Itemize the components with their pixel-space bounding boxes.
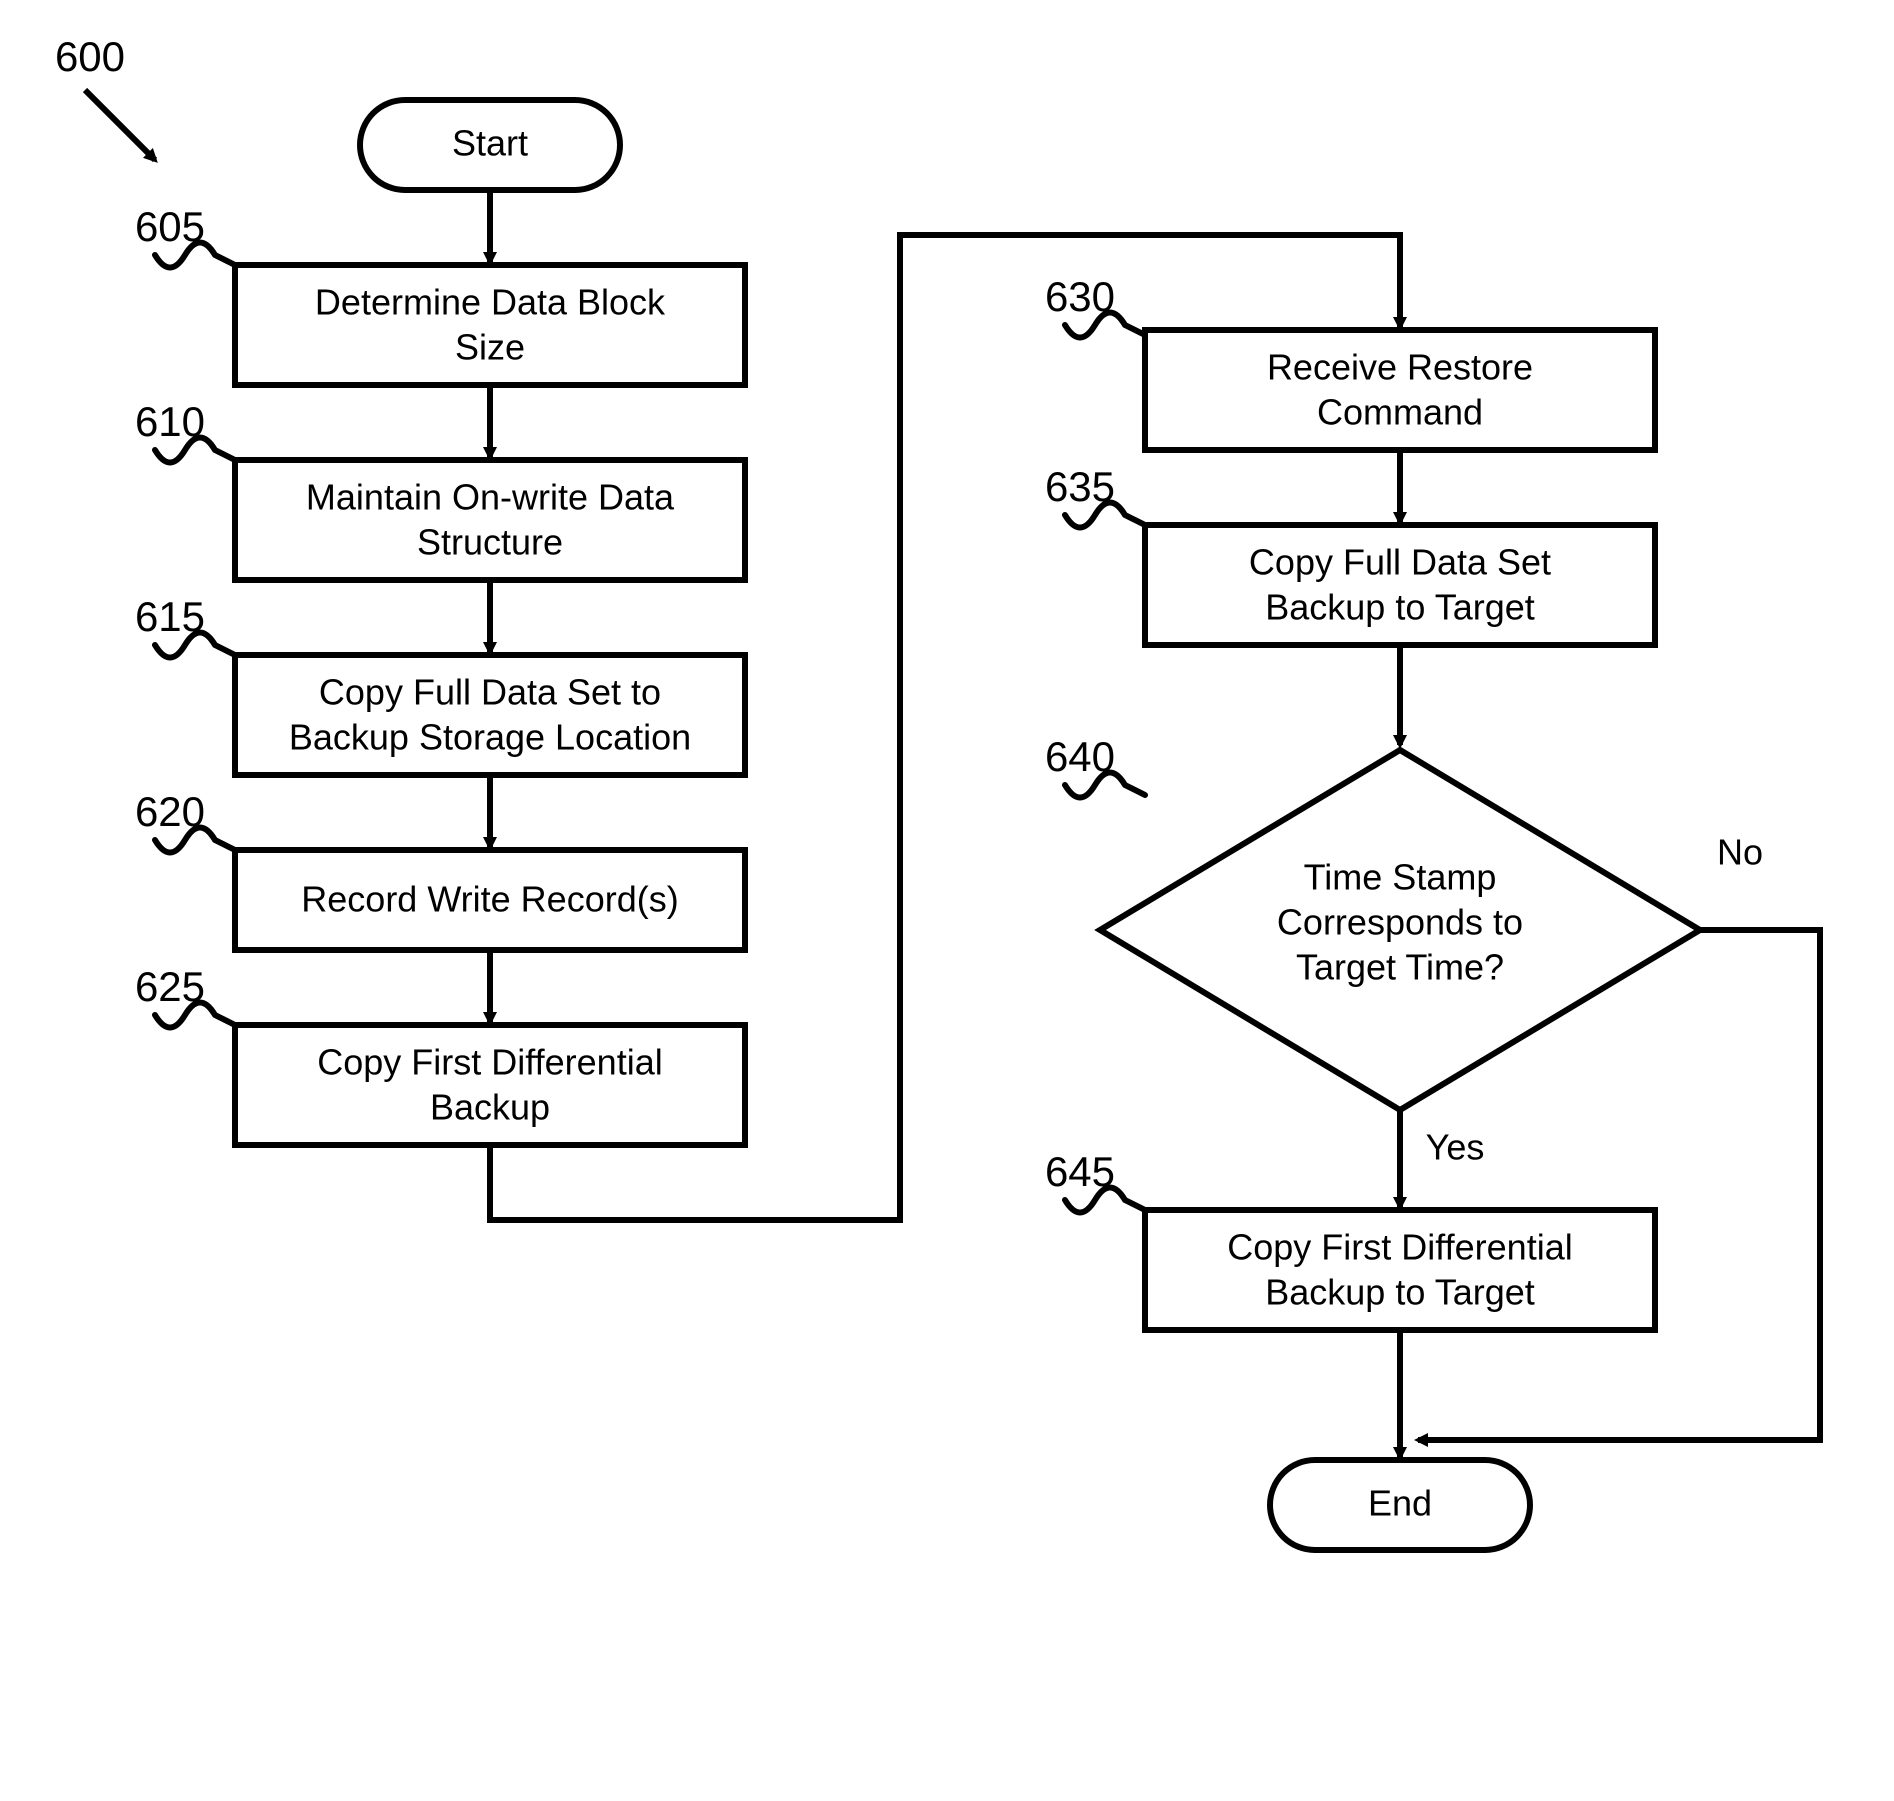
ref-615: 615	[135, 593, 235, 657]
box-630-line2: Command	[1317, 392, 1483, 433]
box-610-line1: Maintain On-write Data	[306, 477, 675, 518]
box-625-line1: Copy First Differential	[317, 1042, 662, 1083]
ref-610: 610	[135, 398, 235, 462]
figure-ref-label: 600	[55, 33, 125, 80]
decision-640-line1: Time Stamp	[1304, 857, 1497, 898]
figure-ref-arrow	[85, 90, 155, 160]
ref-640: 640	[1045, 733, 1145, 797]
decision-640-line2: Corresponds to	[1277, 902, 1523, 943]
box-625-line2: Backup	[430, 1087, 550, 1128]
box-620-line1: Record Write Record(s)	[301, 879, 678, 920]
box-635-line2: Backup to Target	[1265, 587, 1535, 628]
box-635-line1: Copy Full Data Set	[1249, 542, 1551, 583]
ref-625: 625	[135, 963, 235, 1027]
box-630-line1: Receive Restore	[1267, 347, 1533, 388]
ref-620: 620	[135, 788, 235, 852]
end-label: End	[1368, 1483, 1432, 1524]
box-605-line2: Size	[455, 327, 525, 368]
box-615-line2: Backup Storage Location	[289, 717, 691, 758]
start-label: Start	[452, 123, 528, 164]
box-615-line1: Copy Full Data Set to	[319, 672, 661, 713]
ref-645: 645	[1045, 1148, 1145, 1212]
flowchart-canvas: 600 Start 605 Determine Data Block Size …	[0, 0, 1894, 1801]
ref-630: 630	[1045, 273, 1145, 337]
ref-635: 635	[1045, 463, 1145, 527]
box-645-line1: Copy First Differential	[1227, 1227, 1572, 1268]
branch-no-label: No	[1717, 832, 1763, 873]
ref-605: 605	[135, 203, 235, 267]
box-645-line2: Backup to Target	[1265, 1272, 1535, 1313]
branch-yes-label: Yes	[1426, 1127, 1485, 1168]
decision-640-line3: Target Time?	[1296, 947, 1504, 988]
box-610-line2: Structure	[417, 522, 563, 563]
box-605-line1: Determine Data Block	[315, 282, 666, 323]
